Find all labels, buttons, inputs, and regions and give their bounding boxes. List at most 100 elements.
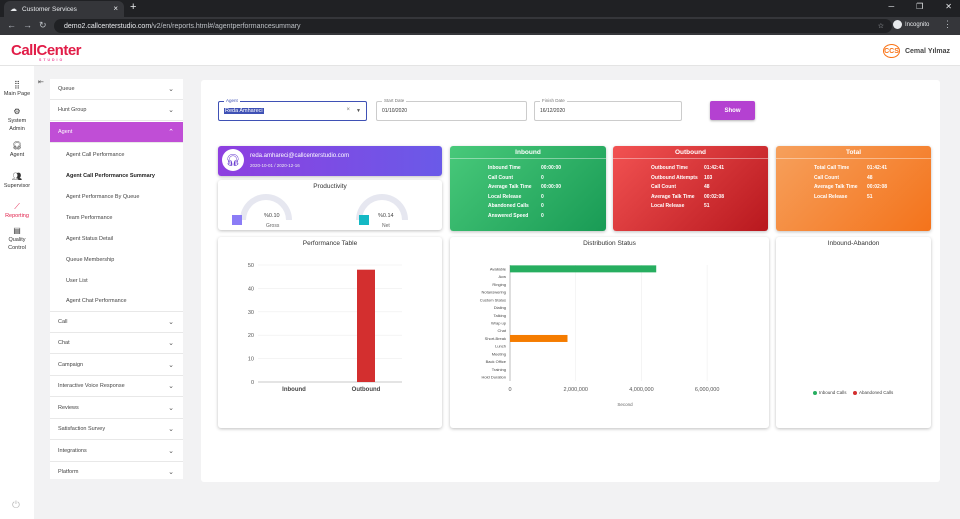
legend-abandoned-calls[interactable]: Abandoned Calls — [853, 390, 893, 395]
new-tab-icon[interactable]: + — [130, 1, 136, 13]
menu-item-reviews[interactable]: Reviews ⌄ — [50, 398, 183, 419]
finish-date-field[interactable]: Finish Date 16/12/2020 — [534, 98, 682, 121]
y-tick-label: Wrap up — [491, 321, 507, 326]
incognito-indicator[interactable]: Incognito — [893, 20, 929, 29]
submenu-agent-performance-by-queue[interactable]: Agent Performance By Queue — [50, 186, 183, 207]
submenu-agent-chat-performance[interactable]: Agent Chat Performance — [50, 291, 183, 312]
y-tick-label: Meeting — [492, 351, 506, 356]
power-icon[interactable]: ⏻ — [12, 500, 20, 511]
inbound-row-value: 00:00:00 — [541, 184, 562, 191]
outbound-title: Outbound — [674, 149, 707, 156]
agent-avatar-icon: 🎧︎ — [222, 149, 244, 171]
agent-info-card: 🎧︎ reda.amhareci@callcenterstudio.com 20… — [218, 146, 442, 176]
chevron-down-icon: ⌄ — [168, 362, 174, 369]
nav-reporting[interactable]: ⟋ Reporting — [0, 202, 34, 221]
distribution-bar-chart: 0 2,000,000 4,000,000 6,000,000 Available Acw… — [480, 265, 719, 407]
start-date-field[interactable]: Start Date 01/10/2020 — [376, 98, 527, 121]
total-title: Total — [845, 149, 862, 156]
outbound-row-value: 48 — [704, 184, 710, 191]
user-name: Cemal Yılmaz — [904, 47, 950, 55]
inbound-row-value: 0 — [541, 193, 544, 200]
submenu-label: Agent Call Performance Summary — [66, 172, 155, 179]
reload-icon[interactable]: ↻ — [39, 20, 47, 31]
menu-label: Queue — [58, 86, 75, 92]
submenu-agent-call-performance-summary[interactable]: Agent Call Performance Summary — [50, 165, 183, 186]
menu-item-ivr[interactable]: Interactive Voice Response ⌄ — [50, 376, 183, 397]
gross-swatch — [232, 215, 242, 225]
nav-quality-control[interactable]: ▤ Quality Control — [0, 226, 34, 252]
nav-agent[interactable]: 🎧︎ Agent — [0, 141, 34, 160]
browser-menu-icon[interactable]: ⋮ — [943, 19, 952, 30]
inbound-row-label: Average Talk Time — [488, 184, 532, 191]
forward-icon[interactable]: → — [23, 20, 32, 30]
productivity-title: Productivity — [313, 183, 347, 190]
nav-supervisor[interactable]: 👥︎ Supervisor — [0, 172, 34, 191]
menu-item-queue[interactable]: Queue ⌄ — [50, 79, 183, 100]
collapse-sidebar-icon[interactable]: ⇤ — [38, 78, 44, 86]
start-date-value: 01/10/2020 — [382, 108, 408, 114]
submenu-queue-membership[interactable]: Queue Membership — [50, 249, 183, 270]
legend-inbound-calls[interactable]: Inbound Calls — [813, 390, 847, 395]
y-tick-label: Dialing — [494, 305, 506, 310]
nav-label: Reporting — [5, 213, 29, 220]
chevron-down-icon: ⌄ — [168, 426, 174, 433]
agent-select[interactable]: Agent Reda Amhareci × ▼ — [218, 98, 367, 121]
nav-system-admin[interactable]: ⚙ System Admin — [0, 107, 34, 133]
menu-item-campaign[interactable]: Campaign ⌄ — [50, 355, 183, 376]
submenu-agent-call-performance[interactable]: Agent Call Performance — [50, 144, 183, 165]
performance-bar-chart: 0 10 20 30 40 50 Inbound Outbound — [248, 263, 402, 393]
net-label: Net — [382, 223, 390, 229]
submenu-label: Team Performance — [66, 214, 113, 221]
nav-label: Quality Control — [8, 237, 26, 251]
user-menu[interactable]: CCS Cemal Yılmaz — [882, 44, 950, 58]
outbound-card: Outbound Outbound Time 01:42:41 Outbound A… — [613, 146, 768, 231]
menu-item-agent[interactable]: Agent ⌃ — [50, 122, 183, 143]
outbound-row-label: Outbound Time — [651, 165, 688, 171]
menu-item-hunt-group[interactable]: Hunt Group ⌄ — [50, 100, 183, 121]
inbound-row-label: Local Release — [488, 193, 522, 200]
headset-icon: 🎧︎ — [11, 141, 23, 150]
maximize-icon[interactable]: ❐ — [916, 2, 923, 11]
app-logo[interactable]: CallCenter STUDIO — [11, 42, 82, 62]
submenu-agent-status-detail[interactable]: Agent Status Detail — [50, 228, 183, 249]
nav-main-page[interactable]: ⣿ Main Page — [0, 80, 34, 99]
submenu-team-performance[interactable]: Team Performance — [50, 207, 183, 228]
menu-label: Reviews — [58, 405, 79, 411]
grid-icon: ⣿ — [14, 80, 20, 89]
menu-label: Chat — [58, 340, 70, 346]
dropdown-arrow-icon[interactable]: ▼ — [356, 108, 361, 114]
y-tick-label: 40 — [248, 286, 254, 292]
show-button[interactable]: Show — [710, 101, 755, 120]
back-icon[interactable]: ← — [7, 20, 16, 30]
close-tab-icon[interactable]: × — [113, 4, 118, 13]
minimize-icon[interactable]: ─ — [888, 2, 894, 11]
total-row-value: 51 — [867, 193, 873, 200]
menu-label: Integrations — [58, 448, 87, 454]
menu-item-call[interactable]: Call ⌄ — [50, 312, 183, 333]
finish-date-value: 16/12/2020 — [540, 108, 566, 114]
menu-label: Satisfaction Survey — [58, 426, 106, 432]
y-tick-label: Notanswering — [482, 290, 506, 295]
menu-item-chat[interactable]: Chat ⌄ — [50, 333, 183, 354]
icon-sidebar: ⣿ Main Page ⚙ System Admin 🎧︎ Agent 👥︎ Super… — [0, 66, 34, 519]
agent-select-value: Reda Amhareci — [224, 108, 264, 114]
menu-label: Call — [58, 319, 68, 325]
menu-item-satisfaction-survey[interactable]: Satisfaction Survey ⌄ — [50, 419, 183, 440]
menu-label: Interactive Voice Response — [58, 383, 125, 389]
total-row-label: Total Call Time — [814, 165, 850, 171]
address-bar[interactable]: demo2.callcenterstudio.com/v2/en/reports… — [54, 19, 892, 33]
clear-icon[interactable]: × — [346, 107, 350, 113]
submenu-user-list[interactable]: User List — [50, 270, 183, 291]
bar-available — [510, 265, 657, 273]
close-window-icon[interactable]: ✕ — [945, 2, 952, 11]
browser-tab[interactable]: ☁ Customer Services × — [4, 1, 124, 17]
menu-item-integrations[interactable]: Integrations ⌄ — [50, 441, 183, 462]
total-row-label: Call Count — [814, 174, 839, 181]
incognito-icon — [893, 20, 902, 29]
gear-icon: ⚙ — [13, 107, 21, 116]
incognito-label: Incognito — [905, 21, 930, 28]
submenu-label: Agent Call Performance — [66, 151, 125, 158]
menu-label: Platform — [58, 469, 79, 475]
menu-item-platform[interactable]: Platform ⌄ — [50, 462, 183, 479]
star-icon[interactable]: ☆ — [878, 22, 884, 30]
